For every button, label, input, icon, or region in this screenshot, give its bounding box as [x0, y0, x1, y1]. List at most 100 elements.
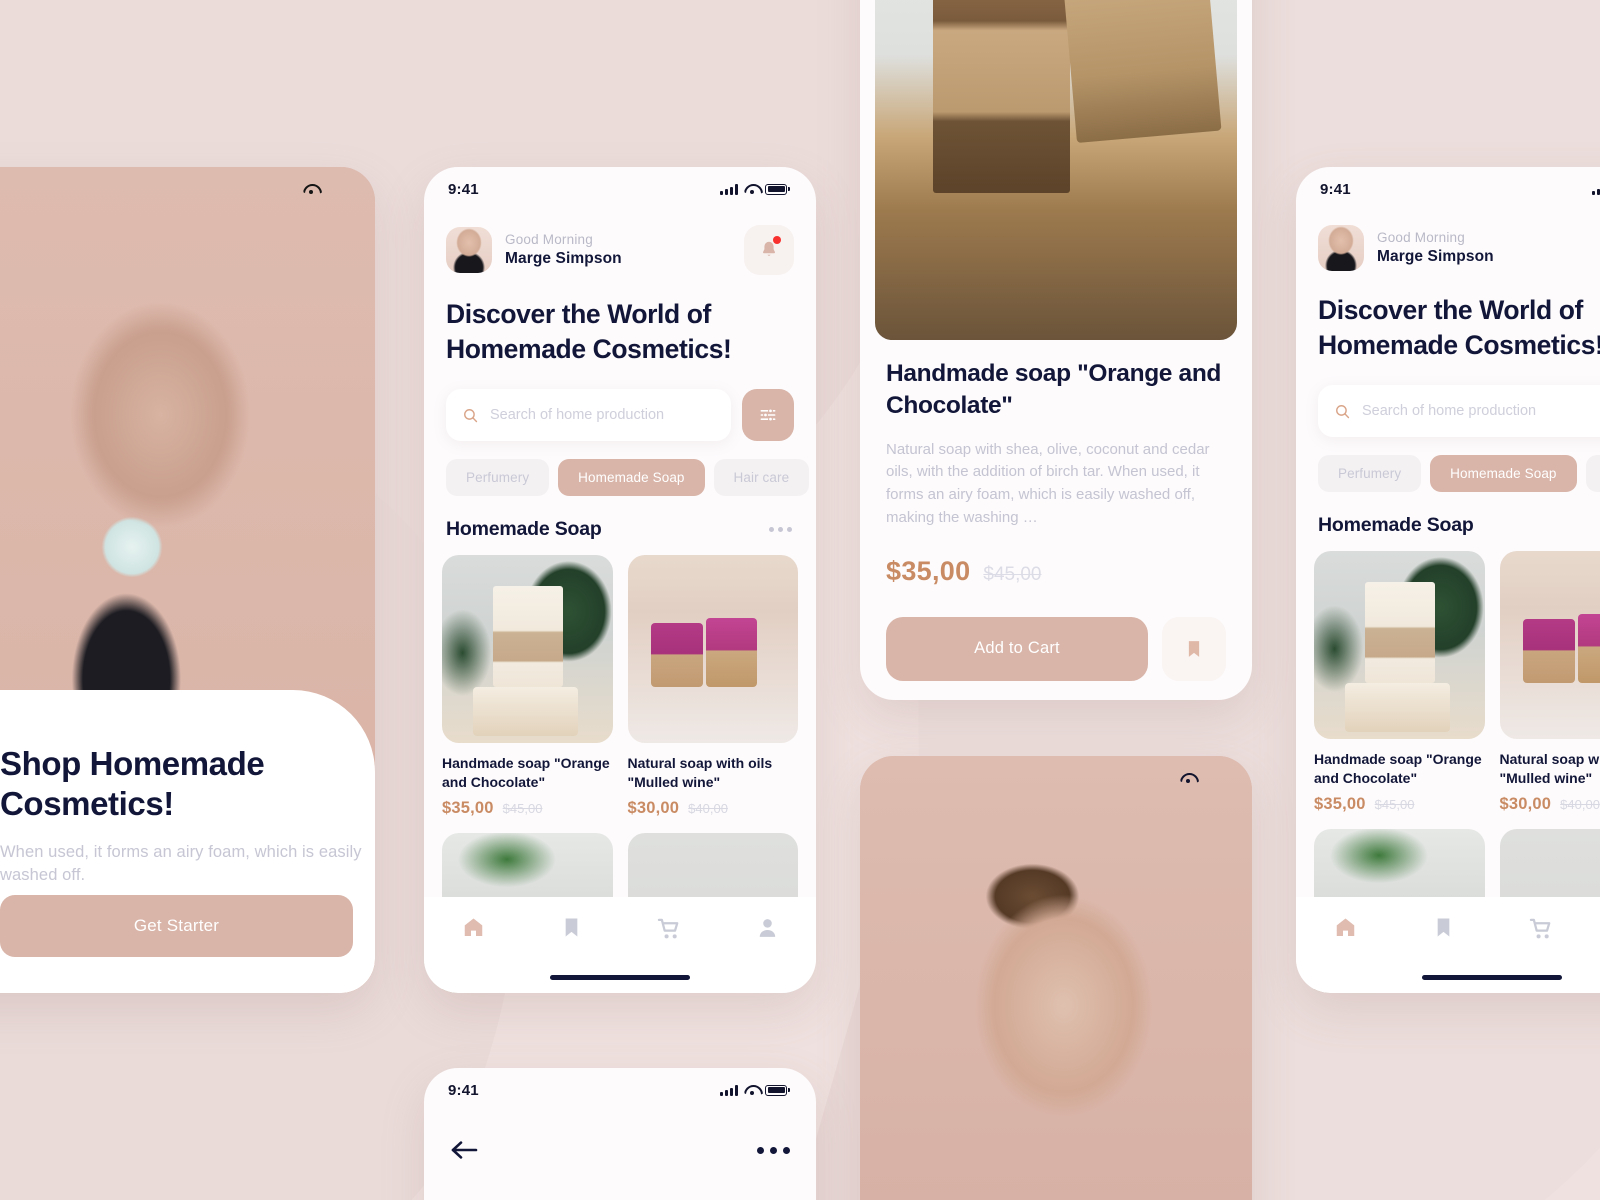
- product-price: $30,00: [627, 798, 680, 817]
- bookmark-icon: [1188, 640, 1200, 657]
- tab-home[interactable]: [1296, 915, 1394, 940]
- tab-bookmarks[interactable]: [1394, 915, 1492, 940]
- product-hero-image: [860, 0, 1252, 340]
- tab-cart[interactable]: [620, 915, 718, 942]
- product-actions: Add to Cart: [886, 616, 1226, 681]
- cart-icon: [1529, 918, 1550, 939]
- status-time: 9:41: [448, 180, 479, 198]
- sliders-icon: [760, 408, 776, 423]
- product-name: Handmade soap "Orange and Chocolate": [1314, 751, 1482, 787]
- search-box[interactable]: [1318, 385, 1600, 438]
- chip-perfumery[interactable]: Perfumery: [446, 459, 550, 497]
- onboarding-sheet: Shop Homemade Cosmetics! When used, it f…: [0, 690, 375, 993]
- product-price-row: $35,00 $45,00: [1314, 795, 1485, 814]
- home-screen-duplicate: 9:41 Good Morning Marge Simpson Discover…: [1296, 167, 1600, 993]
- category-chips: Perfumery Homemade Soap Hair care Device…: [424, 441, 816, 497]
- detail-back-screen: 9:41: [424, 1068, 816, 1200]
- home-indicator: [550, 975, 690, 980]
- chip-hair-care[interactable]: Hair care: [1585, 455, 1600, 493]
- product-description: Natural soap with shea, olive, coconut a…: [886, 440, 1210, 527]
- product-price-row: $35,00 $45,00: [886, 556, 1226, 587]
- tab-cart[interactable]: [1492, 915, 1590, 942]
- status-time: 9:41: [1320, 180, 1351, 198]
- section-more-button[interactable]: [769, 527, 792, 533]
- product-thumbnail: [1314, 551, 1485, 740]
- tab-profile[interactable]: [1590, 915, 1600, 940]
- product-old-price: $40,00: [688, 800, 728, 816]
- page-title: Discover the World of Homemade Cosmetics…: [1318, 295, 1600, 361]
- bookmark-icon: [565, 918, 577, 937]
- product-price-row: $30,00 $40,00: [1500, 795, 1600, 814]
- status-bar: 9:41: [424, 1068, 816, 1112]
- home-header: Good Morning Marge Simpson: [1296, 211, 1600, 271]
- detail-more-button[interactable]: [757, 1146, 790, 1154]
- home-header: Good Morning Marge Simpson: [424, 211, 816, 275]
- search-icon: [464, 409, 478, 423]
- battery-icon: [765, 183, 788, 195]
- tab-home[interactable]: [424, 915, 522, 940]
- product-name: Handmade soap "Orange and Chocolate": [442, 755, 610, 791]
- product-name: Natural soap with oils "Mulled wine": [1499, 751, 1600, 787]
- product-old-price: $45,00: [502, 800, 543, 816]
- status-bar: 9:41: [1296, 167, 1600, 211]
- greeting-block: Good Morning Marge Simpson: [1377, 230, 1494, 266]
- user-name: Marge Simpson: [505, 250, 622, 267]
- wifi-icon: [744, 184, 759, 195]
- onboarding-screen: 9:41 Shop Homemade Cosmetics! When used,…: [0, 167, 375, 993]
- home-screen: 9:41 Good Morning Marge Simpson Discover…: [424, 167, 816, 993]
- search-box[interactable]: [446, 389, 731, 442]
- save-bookmark-button[interactable]: [1162, 616, 1226, 681]
- user-name: Marge Simpson: [1377, 248, 1494, 265]
- avatar[interactable]: [446, 227, 492, 273]
- detail-nav-row: [424, 1112, 816, 1162]
- notification-badge: [773, 236, 781, 244]
- product-old-price: $45,00: [1374, 796, 1415, 812]
- product-detail-screen: Handmade soap "Orange and Chocolate" Nat…: [860, 0, 1252, 700]
- bookmark-icon: [1437, 918, 1449, 937]
- product-name: Natural soap with oils "Mulled wine": [627, 755, 773, 791]
- cart-icon: [657, 918, 678, 939]
- product-thumbnail: [627, 555, 798, 744]
- status-time: 9:41: [448, 1081, 479, 1099]
- battery-icon: [765, 1084, 788, 1096]
- search-icon: [1336, 405, 1350, 419]
- product-card[interactable]: Handmade soap "Orange and Chocolate" $35…: [1314, 551, 1485, 813]
- status-icons: [720, 1084, 790, 1096]
- add-to-cart-button[interactable]: Add to Cart: [886, 616, 1148, 681]
- product-price: $35,00: [1314, 794, 1366, 813]
- chip-homemade-soap[interactable]: Homemade Soap: [558, 459, 705, 497]
- back-arrow-icon[interactable]: [450, 1138, 480, 1162]
- tab-bookmarks[interactable]: [522, 915, 620, 940]
- tab-profile[interactable]: [718, 915, 816, 940]
- search-row: [1296, 363, 1600, 438]
- search-input[interactable]: [490, 407, 715, 424]
- product-detail-body: Handmade soap "Orange and Chocolate" Nat…: [860, 340, 1252, 681]
- chip-hair-care[interactable]: Hair care: [713, 459, 810, 497]
- status-bar: 9:41: [424, 167, 816, 211]
- page-title: Discover the World of Homemade Cosmetics…: [446, 299, 732, 365]
- product-price-row: $35,00 $45,00: [442, 799, 613, 818]
- home-indicator: [1422, 975, 1562, 980]
- product-card[interactable]: Natural soap with oils "Mulled wine" $30…: [627, 555, 799, 818]
- avatar[interactable]: [1318, 225, 1364, 271]
- wifi-icon: [1180, 773, 1195, 784]
- onboarding-title: Shop Homemade Cosmetics!: [0, 745, 265, 823]
- onboarding-subtitle: When used, it forms an airy foam, which …: [0, 842, 362, 885]
- search-input[interactable]: [1362, 403, 1600, 420]
- filter-button[interactable]: [742, 389, 794, 442]
- notifications-button[interactable]: [744, 225, 794, 275]
- chip-perfumery[interactable]: Perfumery: [1318, 455, 1422, 493]
- greeting-block: Good Morning Marge Simpson: [505, 232, 622, 268]
- get-started-button[interactable]: Get Starter: [0, 895, 353, 957]
- chip-homemade-soap[interactable]: Homemade Soap: [1430, 455, 1577, 493]
- product-card[interactable]: Natural soap with oils "Mulled wine" $30…: [1499, 551, 1600, 814]
- signal-icon: [1592, 184, 1600, 195]
- product-thumbnail: [1499, 551, 1600, 740]
- profile-icon: [759, 919, 775, 937]
- product-card[interactable]: Handmade soap "Orange and Chocolate" $35…: [442, 555, 613, 817]
- section-header: Homemade Soap: [424, 496, 816, 541]
- model-photo: [860, 756, 1252, 1200]
- product-price-row: $30,00 $40,00: [628, 799, 799, 818]
- search-row: [424, 367, 816, 442]
- home-icon: [464, 918, 482, 937]
